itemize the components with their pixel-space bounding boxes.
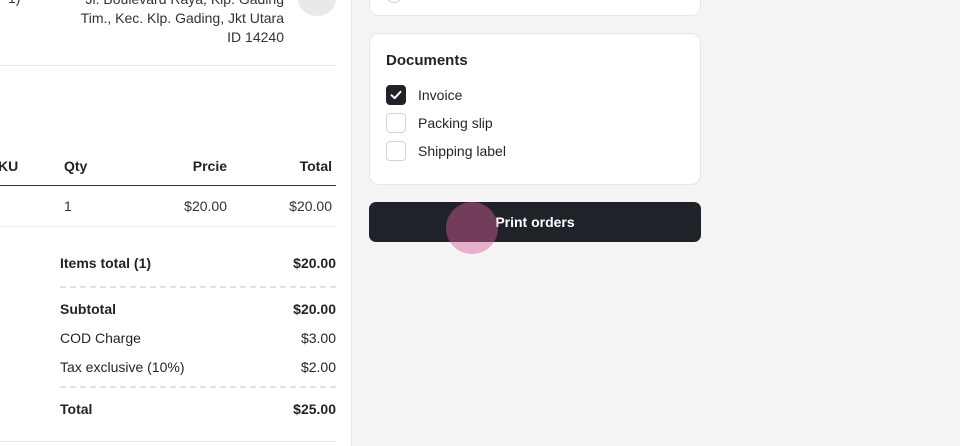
invoice-preview: 1) Jl. Boulevard Raya, Klp. Gading Tim.,… (0, 0, 352, 446)
shipping-label-checkbox[interactable] (386, 141, 406, 161)
invoice-label: Invoice (418, 87, 463, 103)
tax-value: $2.00 (300, 359, 336, 375)
option-invoice[interactable]: Invoice (386, 85, 462, 105)
address-fragment: 1) (8, 0, 20, 6)
cod-value: $3.00 (300, 330, 336, 346)
col-price-header: Prcie (192, 158, 227, 174)
col-qty-header: Qty (64, 158, 88, 174)
option-packing-slip[interactable]: Packing slip (386, 113, 493, 133)
documents-title: Documents (386, 52, 468, 69)
summary-divider (60, 286, 336, 288)
row-price: $20.00 (184, 198, 227, 214)
cod-label: COD Charge (60, 330, 141, 346)
row-total: $20.00 (289, 198, 332, 214)
previous-settings-card (369, 0, 701, 16)
header-divider (0, 65, 336, 66)
total-label: Total (60, 401, 93, 417)
subtotal-value: $20.00 (293, 301, 336, 317)
address-line-1: Jl. Boulevard Raya, Klp. Gading (81, 0, 284, 9)
summary-divider (60, 386, 336, 388)
checkmark-icon (390, 90, 402, 100)
items-total-label: Items total (1) (60, 255, 152, 271)
shipping-label-label: Shipping label (418, 143, 506, 159)
address-line-3: ID 14240 (227, 29, 284, 45)
radio-icon[interactable] (386, 0, 402, 3)
col-total-header: Total (299, 158, 332, 174)
option-shipping-label[interactable]: Shipping label (386, 141, 506, 161)
table-row: 1 $20.00 $20.00 (0, 186, 336, 227)
items-total-value: $20.00 (293, 255, 336, 271)
row-qty: 1 (64, 198, 72, 214)
table-header: KU Qty Prcie Total (0, 150, 336, 186)
store-logo (298, 0, 336, 16)
print-orders-button[interactable]: Print orders (369, 202, 701, 242)
packing-slip-checkbox[interactable] (386, 113, 406, 133)
packing-slip-label: Packing slip (418, 115, 493, 131)
invoice-checkbox[interactable] (386, 85, 406, 105)
store-address: Jl. Boulevard Raya, Klp. Gading Tim., Ke… (81, 0, 284, 47)
documents-card: Documents Invoice Packing slip Shipping … (369, 33, 701, 185)
total-value: $25.00 (293, 401, 336, 417)
tax-label: Tax exclusive (10%) (60, 359, 185, 375)
col-sku-header: KU (0, 158, 19, 174)
footer-divider (0, 441, 336, 442)
subtotal-label: Subtotal (60, 301, 116, 317)
print-orders-label: Print orders (495, 214, 575, 230)
address-line-2: Tim., Kec. Klp. Gading, Jkt Utara (80, 10, 284, 26)
